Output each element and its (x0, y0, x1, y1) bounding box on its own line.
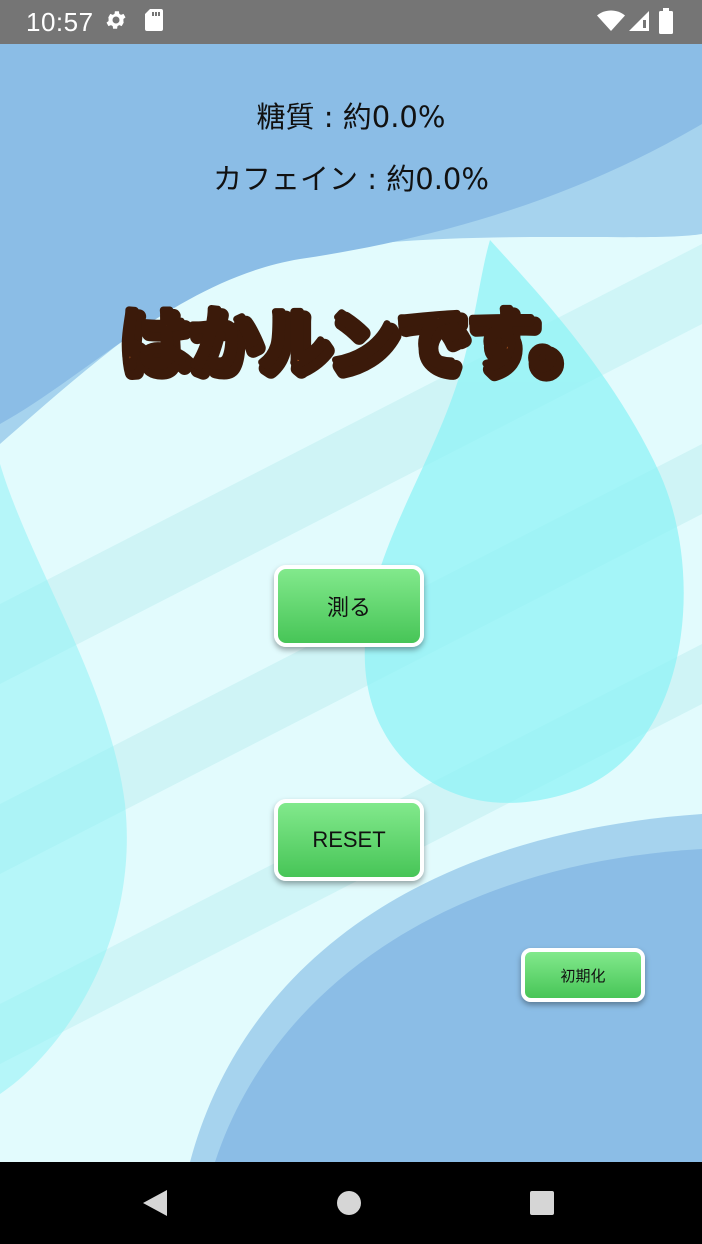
app-content: 糖質 : 約0.0% カフェイン : 約0.0% はかルンです。 はかルンです。… (0, 44, 702, 1162)
wifi-icon (597, 10, 625, 36)
recents-icon[interactable] (525, 1186, 559, 1220)
caffeine-readout: カフェイン : 約0.0% (213, 162, 489, 196)
back-icon[interactable] (138, 1186, 172, 1220)
status-time: 10:57 (26, 7, 94, 37)
signal-icon (628, 10, 650, 36)
app-logo: はかルンです。 はかルンです。 (115, 297, 609, 394)
logo-text: はかルンです。 (117, 299, 599, 381)
battery-icon (659, 8, 673, 38)
navigation-bar (0, 1162, 702, 1244)
home-icon[interactable] (332, 1186, 366, 1220)
gear-icon (104, 8, 128, 36)
phone-screen: 10:57 糖質: 約0.0% カフェイン: 約0.0% はかルンです。 は… (0, 0, 702, 1244)
initialize-button[interactable]: 初期化 (521, 948, 645, 1002)
sd-card-icon (144, 8, 164, 36)
status-bar: 10:57 (0, 0, 702, 44)
measure-button[interactable]: 測る (274, 565, 424, 647)
sugar-readout: 糖質 : 約0.0% (256, 100, 446, 134)
reset-button[interactable]: RESET (274, 799, 424, 881)
